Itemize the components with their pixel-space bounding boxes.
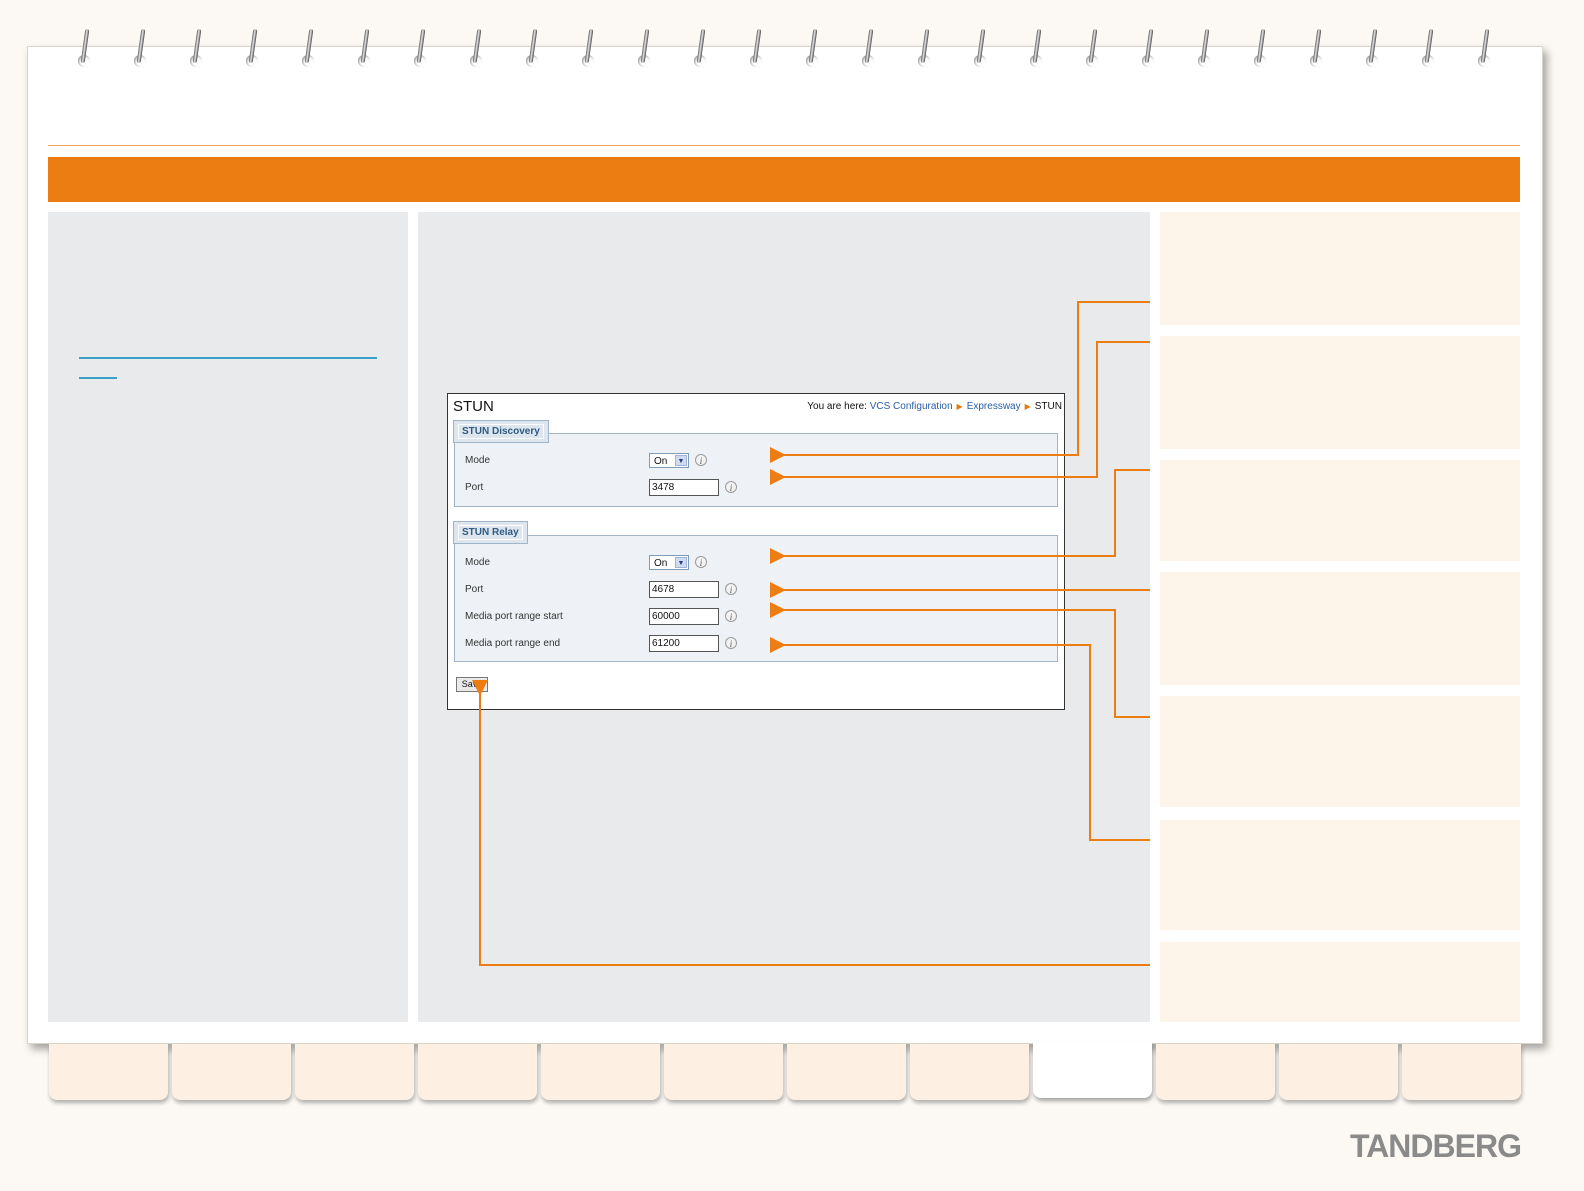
save-button[interactable]: Save bbox=[456, 677, 488, 692]
chapter-tab[interactable] bbox=[664, 1044, 783, 1100]
discovery-mode-value: On bbox=[654, 456, 668, 467]
callout-box-5 bbox=[1160, 696, 1520, 807]
info-icon[interactable]: i bbox=[725, 481, 737, 493]
spiral-ring bbox=[526, 28, 540, 69]
breadcrumb-vcs-configuration[interactable]: VCS Configuration bbox=[870, 401, 953, 412]
chapter-tab[interactable] bbox=[910, 1044, 1029, 1100]
relay-port-input[interactable]: 4678 bbox=[649, 581, 719, 598]
stun-discovery-legend-text: STUN Discovery bbox=[458, 424, 544, 439]
spiral-ring bbox=[1030, 28, 1044, 69]
left-text-column bbox=[48, 212, 408, 1022]
discovery-mode-label: Mode bbox=[465, 455, 491, 466]
callout-box-4 bbox=[1160, 572, 1520, 685]
spiral-ring bbox=[1086, 28, 1100, 69]
discovery-port-input[interactable]: 3478 bbox=[649, 479, 719, 496]
breadcrumb-expressway[interactable]: Expressway bbox=[967, 401, 1021, 412]
spiral-ring bbox=[974, 28, 988, 69]
spiral-ring bbox=[470, 28, 484, 69]
section-header-bar bbox=[48, 157, 1520, 202]
page-title: STUN bbox=[453, 398, 494, 415]
info-icon[interactable]: i bbox=[695, 454, 707, 466]
stun-relay-legend-text: STUN Relay bbox=[458, 525, 523, 540]
tandberg-logo: TANDBERG bbox=[1350, 1128, 1522, 1164]
left-hyperlink-line-2[interactable] bbox=[79, 377, 117, 379]
relay-mode-label: Mode bbox=[465, 557, 491, 568]
callout-box-2 bbox=[1160, 336, 1520, 449]
chapter-tab[interactable] bbox=[541, 1044, 660, 1100]
breadcrumb-prefix: You are here: bbox=[807, 401, 867, 412]
breadcrumb-arrow-icon: ▶ bbox=[956, 402, 963, 411]
spiral-ring bbox=[1310, 28, 1324, 69]
range-end-input[interactable]: 61200 bbox=[649, 635, 719, 652]
info-icon[interactable]: i bbox=[725, 610, 737, 622]
spiral-ring bbox=[694, 28, 708, 69]
info-icon[interactable]: i bbox=[725, 583, 737, 595]
stun-relay-group: Mode On ▼ i Port 4678 i Media port range… bbox=[454, 535, 1058, 662]
chevron-down-icon[interactable]: ▼ bbox=[675, 557, 687, 568]
chapter-tab[interactable] bbox=[418, 1044, 537, 1100]
info-icon[interactable]: i bbox=[695, 556, 707, 568]
spiral-ring bbox=[78, 28, 92, 69]
chapter-tab[interactable] bbox=[1156, 1044, 1275, 1100]
chapter-tab[interactable] bbox=[787, 1044, 906, 1100]
header-rule bbox=[48, 145, 1520, 146]
range-end-label: Media port range end bbox=[465, 638, 561, 649]
stun-relay-legend: STUN Relay bbox=[453, 521, 528, 544]
spiral-ring bbox=[1254, 28, 1268, 69]
stun-config-screenshot: STUN You are here: VCS Configuration ▶ Exp… bbox=[447, 393, 1065, 710]
spiral-ring bbox=[582, 28, 596, 69]
stun-discovery-legend: STUN Discovery bbox=[453, 420, 549, 443]
chapter-tab[interactable] bbox=[172, 1044, 291, 1100]
spiral-ring bbox=[414, 28, 428, 69]
callout-box-7 bbox=[1160, 942, 1520, 1022]
spiral-ring bbox=[806, 28, 820, 69]
spiral-ring bbox=[1422, 28, 1436, 69]
left-hyperlink-line-1[interactable] bbox=[79, 357, 377, 359]
spiral-ring bbox=[1366, 28, 1380, 69]
spiral-ring bbox=[638, 28, 652, 69]
chapter-tab[interactable] bbox=[1402, 1044, 1521, 1100]
callout-box-6 bbox=[1160, 820, 1520, 930]
spiral-ring bbox=[862, 28, 876, 69]
chevron-down-icon[interactable]: ▼ bbox=[675, 455, 687, 466]
breadcrumb-current: STUN bbox=[1034, 401, 1062, 412]
spiral-ring bbox=[190, 28, 204, 69]
spiral-ring bbox=[750, 28, 764, 69]
relay-mode-select[interactable]: On ▼ bbox=[649, 555, 689, 570]
stun-discovery-group: Mode On ▼ i Port 3478 i bbox=[454, 433, 1058, 507]
chapter-tab[interactable] bbox=[295, 1044, 414, 1100]
spiral-ring bbox=[134, 28, 148, 69]
spiral-ring bbox=[1142, 28, 1156, 69]
chapter-tab[interactable] bbox=[1279, 1044, 1398, 1100]
relay-port-label: Port bbox=[465, 584, 484, 595]
discovery-port-label: Port bbox=[465, 482, 484, 493]
spiral-ring bbox=[302, 28, 316, 69]
spiral-ring bbox=[358, 28, 372, 69]
range-start-label: Media port range start bbox=[465, 611, 563, 622]
chapter-tab[interactable] bbox=[49, 1044, 168, 1100]
spiral-ring bbox=[1478, 28, 1492, 69]
spiral-ring bbox=[1198, 28, 1212, 69]
breadcrumb-arrow-icon: ▶ bbox=[1024, 402, 1031, 411]
callout-box-3 bbox=[1160, 460, 1520, 561]
chapter-tab[interactable] bbox=[1033, 1042, 1152, 1098]
discovery-mode-select[interactable]: On ▼ bbox=[649, 453, 689, 468]
relay-mode-value: On bbox=[654, 558, 668, 569]
spiral-ring bbox=[918, 28, 932, 69]
breadcrumb: You are here: VCS Configuration ▶ Expressw… bbox=[807, 401, 1062, 412]
callout-box-1 bbox=[1160, 212, 1520, 325]
info-icon[interactable]: i bbox=[725, 637, 737, 649]
range-start-input[interactable]: 60000 bbox=[649, 608, 719, 625]
spiral-ring bbox=[246, 28, 260, 69]
